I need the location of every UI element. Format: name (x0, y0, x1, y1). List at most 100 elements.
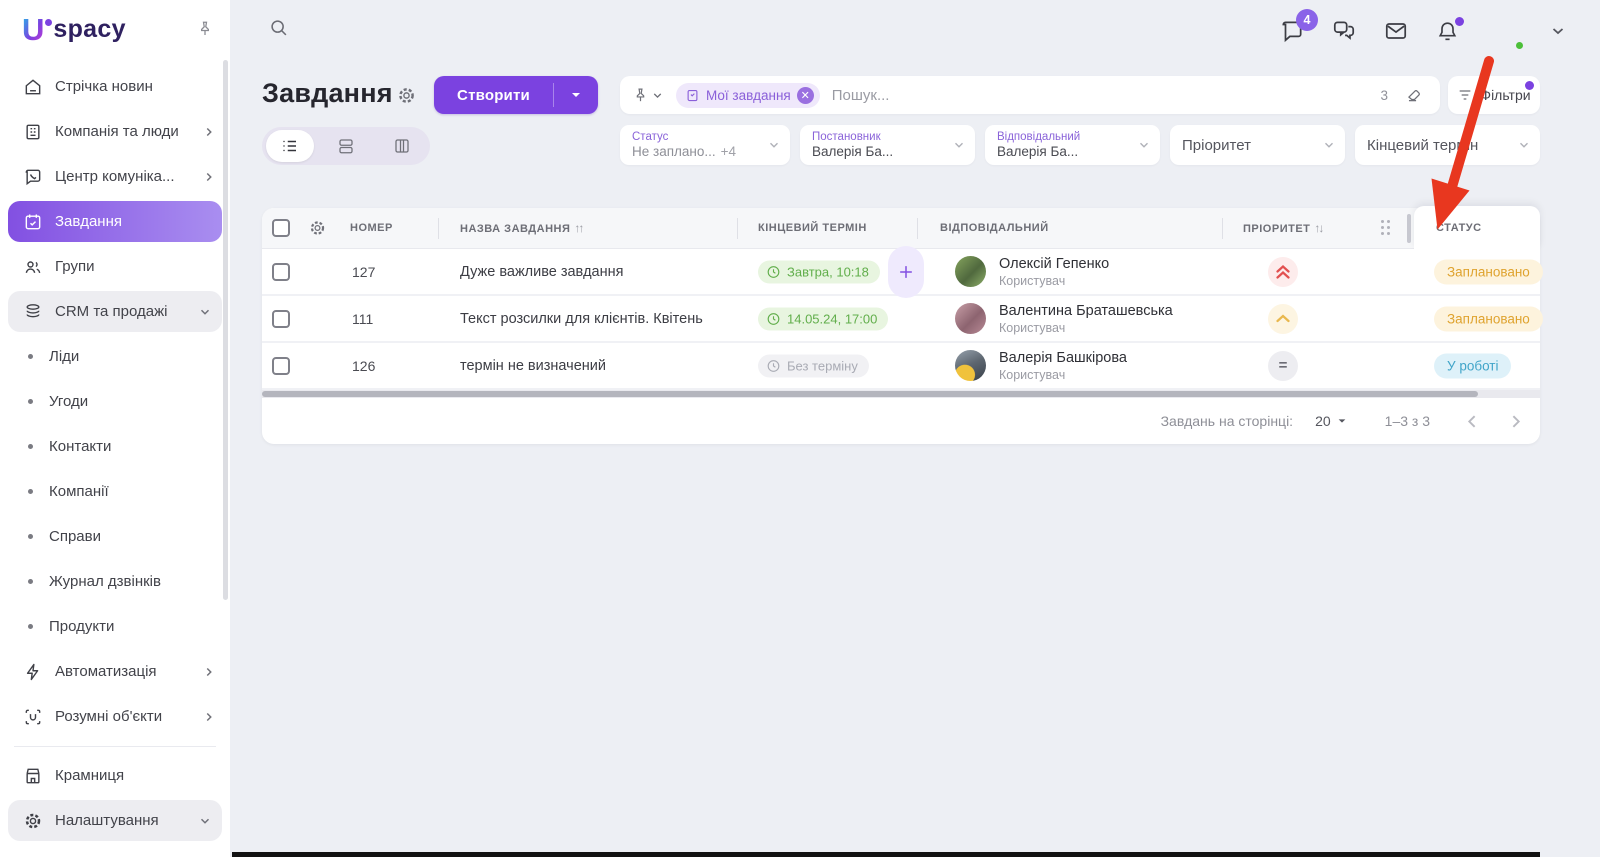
task-name[interactable]: термін не визначений (460, 358, 606, 374)
clock-icon (767, 359, 780, 372)
topbar-icons: 4 (1279, 9, 1566, 51)
sort-both-icon[interactable]: ↑↓ (1314, 221, 1324, 235)
sidebar-item-companies[interactable]: Компанії (0, 469, 230, 514)
table-row[interactable]: 126 термін не визначений Без терміну Вал… (262, 343, 1540, 390)
filter-select-priority[interactable]: Пріоритет (1170, 125, 1345, 165)
sidebar-item-smart-objects[interactable]: Розумні об'єкти (0, 694, 230, 739)
table-row[interactable]: 127 Дуже важливе завдання Завтра, 10:18 … (262, 246, 1543, 298)
column-header-responsible[interactable]: ВІДПОВІДАЛЬНИЙ (940, 222, 1049, 234)
create-dropdown-caret[interactable] (554, 89, 598, 101)
sidebar-item-label: Автоматизація (55, 663, 157, 680)
sort-asc-icon[interactable]: ↑↑ (574, 221, 584, 235)
row-checkbox[interactable] (272, 356, 290, 375)
group-chat-icon[interactable] (1331, 18, 1357, 44)
table-horizontal-scrollbar[interactable] (262, 390, 1540, 398)
prev-page-button[interactable] (1464, 413, 1481, 430)
chat-icon[interactable]: 4 (1279, 9, 1318, 44)
task-search-bar[interactable]: Мої завдання ✕ 3 (620, 76, 1440, 114)
per-page-select[interactable]: 20 (1315, 413, 1347, 429)
user-avatar[interactable] (1486, 12, 1525, 51)
clear-search-eraser-icon[interactable] (1398, 81, 1430, 109)
online-status-dot (1514, 40, 1525, 51)
filter-select-deadline[interactable]: Кінцевий термін (1355, 125, 1540, 165)
sidebar-item-communication[interactable]: Центр комуніка... (0, 154, 230, 199)
user-menu-chevron-icon[interactable] (1550, 23, 1566, 39)
sidebar-item-products[interactable]: Продукти (0, 604, 230, 649)
priority-normal-icon[interactable]: = (1268, 350, 1298, 381)
deadline-pill[interactable]: 14.05.24, 17:00 (758, 307, 889, 330)
filter-select-author[interactable]: Постановник Валерія Ба... (800, 125, 975, 165)
status-badge[interactable]: У роботі (1434, 353, 1512, 378)
responsible-person[interactable]: Валерія Башкірова Користувач (955, 349, 1127, 383)
sidebar-scrollbar[interactable] (223, 60, 228, 600)
sidebar-item-deals[interactable]: Угоди (0, 379, 230, 424)
saved-filter-chip[interactable]: Мої завдання ✕ (676, 82, 820, 108)
table-settings-gear-icon[interactable] (308, 219, 327, 238)
status-badge[interactable]: Заплановано (1434, 259, 1543, 284)
row-checkbox[interactable] (272, 309, 290, 328)
sidebar-item-leads[interactable]: Ліди (0, 334, 230, 379)
page-settings-gear-icon[interactable] (396, 85, 417, 106)
create-button-label[interactable]: Створити (434, 87, 553, 104)
filters-button[interactable]: Фільтри (1448, 76, 1540, 114)
column-header-name[interactable]: НАЗВА ЗАВДАННЯ ↑↑ (460, 221, 584, 235)
building-icon (22, 121, 44, 143)
tasks-table: НОМЕР НАЗВА ЗАВДАННЯ ↑↑ КІНЦЕВИЙ ТЕРМІН В… (262, 206, 1543, 444)
sidebar-item-tasks[interactable]: Завдання (8, 201, 222, 242)
sidebar-item-call-log[interactable]: Журнал дзвінків (0, 559, 230, 604)
view-toggle (262, 127, 430, 165)
deadline-pill[interactable]: Завтра, 10:18 (758, 260, 880, 283)
sidebar-item-marketplace[interactable]: Крамниця (0, 753, 230, 798)
column-drag-handle[interactable] (1381, 220, 1391, 236)
deadline-pill[interactable]: Без терміну (758, 354, 869, 377)
next-page-button[interactable] (1507, 413, 1524, 430)
remove-filter-icon[interactable]: ✕ (796, 86, 814, 104)
responsible-person[interactable]: Валентина Браташевська Користувач (955, 302, 1173, 336)
sidebar-item-settings[interactable]: Налаштування (8, 800, 222, 841)
per-page-value: 20 (1315, 413, 1331, 429)
sidebar-item-activities[interactable]: Справи (0, 514, 230, 559)
priority-highest-icon[interactable] (1268, 256, 1298, 287)
column-header-priority[interactable]: ПРІОРИТЕТ ↑↓ (1243, 221, 1324, 235)
filter-value: Не заплано... (632, 144, 716, 159)
sidebar-item-automation[interactable]: Автоматизація (0, 649, 230, 694)
column-header-number[interactable]: НОМЕР (350, 222, 393, 234)
person-role: Користувач (999, 273, 1066, 288)
task-name[interactable]: Текст розсилки для клієнтів. Квітень (460, 311, 703, 327)
column-header-status[interactable]: СТАТУС (1436, 222, 1482, 234)
main-area: 4 Завдання Створити Мої завдання ✕ Пошук… (230, 0, 1600, 857)
sidebar-item-crm[interactable]: CRM та продажі (8, 291, 222, 332)
sidebar-pin-icon[interactable] (196, 20, 214, 38)
column-divider (737, 218, 738, 239)
notifications-bell-icon[interactable] (1435, 16, 1464, 44)
sidebar-item-company[interactable]: Компанія та люди (0, 109, 230, 154)
filter-select-responsible[interactable]: Відповідальний Валерія Ба... (985, 125, 1160, 165)
search-input[interactable] (831, 86, 1381, 104)
row-checkbox[interactable] (272, 262, 290, 281)
column-drop-indicator (1407, 214, 1411, 243)
scrollbar-thumb[interactable] (262, 391, 1478, 397)
bullet-icon (28, 444, 33, 449)
select-all-checkbox[interactable] (272, 219, 290, 237)
global-search-icon[interactable] (268, 17, 290, 39)
status-badge[interactable]: Заплановано (1434, 306, 1543, 331)
filter-label: Відповідальний (997, 131, 1081, 143)
column-header-deadline[interactable]: КІНЦЕВИЙ ТЕРМІН (758, 222, 867, 234)
filter-select-status[interactable]: Статус Не заплано... +4 (620, 125, 790, 165)
sidebar-item-groups[interactable]: Групи (0, 244, 230, 289)
sidebar-item-contacts[interactable]: Контакти (0, 424, 230, 469)
sidebar-item-newsfeed[interactable]: Стрічка новин (0, 64, 230, 109)
responsible-person[interactable]: Олексій Гепенко Користувач (955, 255, 1109, 289)
person-role: Користувач (999, 367, 1066, 382)
view-columns-button[interactable] (374, 127, 430, 165)
chat-contact-icon (22, 166, 44, 188)
mail-icon[interactable] (1383, 18, 1409, 44)
table-row[interactable]: 111 Текст розсилки для клієнтів. Квітень… (262, 296, 1543, 343)
create-split-button[interactable]: Створити (434, 76, 598, 114)
pin-filter-icon[interactable] (632, 87, 664, 104)
task-name[interactable]: Дуже важливе завдання (460, 264, 624, 280)
view-list-button[interactable] (266, 130, 314, 162)
priority-high-icon[interactable] (1268, 303, 1298, 334)
add-deadline-plus-button[interactable] (888, 246, 924, 298)
view-kanban-button[interactable] (318, 127, 374, 165)
